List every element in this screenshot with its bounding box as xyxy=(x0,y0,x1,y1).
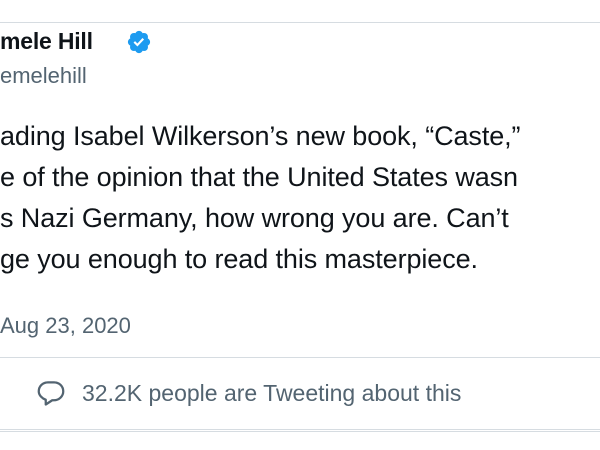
tweeting-about-link[interactable]: 32.2K people are Tweeting about this xyxy=(36,375,461,411)
tweet-text: ading Isabel Wilkerson’s new book, “Cast… xyxy=(0,116,600,280)
tweet-date[interactable]: Aug 23, 2020 xyxy=(0,313,131,339)
bottom-border xyxy=(0,429,600,430)
engagement-text: 32.2K people are Tweeting about this xyxy=(82,379,462,406)
author-name[interactable]: mele Hill xyxy=(0,28,93,55)
reply-bubble-icon xyxy=(37,381,65,406)
tweet-line: ge you enough to read this masterpiece. xyxy=(0,244,478,274)
divider xyxy=(0,357,600,358)
tweet-line: e of the opinion that the United States … xyxy=(0,162,518,192)
tweet-line: ading Isabel Wilkerson’s new book, “Cast… xyxy=(0,121,521,151)
verified-badge-icon xyxy=(127,30,151,54)
author-handle[interactable]: emelehill xyxy=(0,63,87,89)
tweet-line: s Nazi Germany, how wrong you are. Can’t xyxy=(0,203,509,233)
